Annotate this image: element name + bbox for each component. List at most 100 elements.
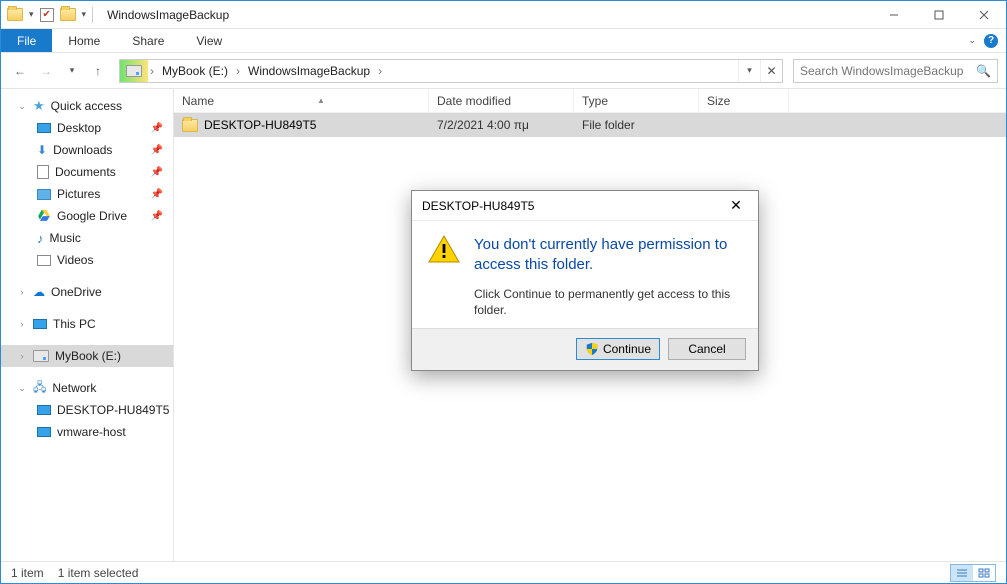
dialog-close-button[interactable]: ✕	[724, 194, 748, 218]
navigation-bar: ← → ▾ ↑ › MyBook (E:) › WindowsImageBack…	[1, 53, 1006, 89]
tree-downloads[interactable]: ⬇ Downloads 📌	[1, 139, 173, 161]
item-date: 7/2/2021 4:00 πμ	[429, 118, 574, 132]
tree-label: Music	[50, 231, 81, 245]
column-headers: Name ▲ Date modified Type Size	[174, 89, 1006, 113]
dialog-main-text: You don't currently have permission to a…	[474, 235, 742, 276]
network-icon: 🖧	[33, 378, 46, 399]
cancel-button[interactable]: Cancel	[668, 338, 746, 360]
warning-icon	[428, 235, 460, 263]
pictures-icon	[37, 189, 51, 200]
tree-videos[interactable]: Videos	[1, 249, 173, 271]
continue-button[interactable]: Continue	[576, 338, 660, 360]
address-drive-icon[interactable]	[120, 60, 148, 82]
tree-drive-mybook[interactable]: › MyBook (E:)	[1, 345, 173, 367]
title-separator	[92, 7, 93, 23]
this-pc-icon	[33, 319, 47, 329]
tab-file[interactable]: File	[1, 29, 52, 52]
item-type: File folder	[574, 118, 699, 132]
qat-properties-icon[interactable]: ✔	[40, 8, 54, 22]
app-folder-icon	[7, 8, 23, 21]
tab-home[interactable]: Home	[52, 29, 116, 52]
dialog-button-row: Continue Cancel	[412, 328, 758, 370]
music-icon: ♪	[37, 231, 44, 246]
computer-icon	[37, 405, 51, 415]
tree-network-item[interactable]: vmware-host	[1, 421, 173, 443]
tree-network-item[interactable]: DESKTOP-HU849T5	[1, 399, 173, 421]
column-size[interactable]: Size	[699, 89, 789, 112]
view-switcher	[950, 564, 996, 582]
search-box[interactable]: 🔍	[793, 59, 998, 83]
pin-icon: 📌	[151, 189, 163, 200]
tab-share[interactable]: Share	[116, 29, 180, 52]
breadcrumb[interactable]: WindowsImageBackup	[242, 60, 376, 82]
minimize-button[interactable]	[871, 1, 916, 29]
address-bar[interactable]: › MyBook (E:) › WindowsImageBackup › ▾ ✕	[119, 59, 783, 83]
item-name: DESKTOP-HU849T5	[204, 118, 316, 132]
back-button[interactable]: ←	[9, 60, 31, 82]
search-input[interactable]	[800, 64, 976, 78]
tree-pictures[interactable]: Pictures 📌	[1, 183, 173, 205]
tree-network[interactable]: ⌄🖧 Network	[1, 377, 173, 399]
column-label: Name	[182, 94, 214, 108]
dialog-title: DESKTOP-HU849T5	[422, 199, 534, 213]
list-item[interactable]: DESKTOP-HU849T5 7/2/2021 4:00 πμ File fo…	[174, 113, 1006, 137]
explorer-window: ▾ ✔ ▾ WindowsImageBackup File Home Share…	[0, 0, 1007, 584]
up-button[interactable]: ↑	[87, 60, 109, 82]
tree-label: Desktop	[57, 121, 101, 135]
permission-dialog: DESKTOP-HU849T5 ✕ You don't currently ha…	[411, 190, 759, 371]
column-name[interactable]: Name ▲	[174, 89, 429, 112]
chevron-right-icon[interactable]: ›	[376, 64, 384, 78]
ribbon-expand-icon[interactable]: ⌄	[968, 35, 976, 46]
tree-label: vmware-host	[57, 425, 126, 439]
close-button[interactable]	[961, 1, 1006, 29]
pin-icon: 📌	[151, 145, 163, 156]
tree-documents[interactable]: Documents 📌	[1, 161, 173, 183]
tree-this-pc[interactable]: › This PC	[1, 313, 173, 335]
status-count: 1 item	[11, 566, 44, 580]
tree-google-drive[interactable]: Google Drive 📌	[1, 205, 173, 227]
tree-label: DESKTOP-HU849T5	[57, 403, 169, 417]
chevron-right-icon[interactable]: ›	[234, 64, 242, 78]
dialog-sub-text: Click Continue to permanently get access…	[474, 286, 742, 318]
status-selection: 1 item selected	[58, 566, 139, 580]
qat-dropdown-icon[interactable]: ▾	[29, 9, 34, 20]
status-bar: 1 item 1 item selected	[1, 561, 1006, 583]
pin-icon: 📌	[151, 123, 163, 134]
forward-button[interactable]: →	[35, 60, 57, 82]
tree-label: Quick access	[51, 99, 122, 113]
tree-label: Videos	[57, 253, 93, 267]
tree-label: Documents	[55, 165, 116, 179]
tree-desktop[interactable]: Desktop 📌	[1, 117, 173, 139]
tree-label: MyBook (E:)	[55, 349, 121, 363]
refresh-button[interactable]: ✕	[760, 60, 782, 82]
window-title: WindowsImageBackup	[107, 8, 229, 22]
folder-icon	[182, 119, 198, 132]
window-controls	[871, 1, 1006, 29]
tree-label: Network	[52, 381, 96, 395]
recent-locations-icon[interactable]: ▾	[61, 60, 83, 82]
column-type[interactable]: Type	[574, 89, 699, 112]
search-icon: 🔍	[976, 64, 991, 78]
view-thumbnails-button[interactable]	[973, 565, 995, 581]
breadcrumb[interactable]: MyBook (E:)	[156, 60, 234, 82]
cancel-label: Cancel	[688, 342, 725, 356]
sort-asc-icon: ▲	[317, 96, 325, 105]
column-date[interactable]: Date modified	[429, 89, 574, 112]
tree-label: Pictures	[57, 187, 100, 201]
maximize-button[interactable]	[916, 1, 961, 29]
tree-music[interactable]: ♪ Music	[1, 227, 173, 249]
tab-view[interactable]: View	[180, 29, 238, 52]
ribbon: File Home Share View ⌄ ?	[1, 29, 1006, 53]
pin-icon: 📌	[151, 167, 163, 178]
qat-customize-icon[interactable]: ▾	[82, 9, 87, 20]
chevron-right-icon[interactable]: ›	[148, 64, 156, 78]
dialog-titlebar: DESKTOP-HU849T5 ✕	[412, 191, 758, 221]
navigation-pane: ⌄★ Quick access Desktop 📌 ⬇ Downloads 📌 …	[1, 89, 174, 561]
tree-quick-access[interactable]: ⌄★ Quick access	[1, 95, 173, 117]
desktop-icon	[37, 123, 51, 133]
address-history-icon[interactable]: ▾	[738, 60, 760, 82]
view-details-button[interactable]	[951, 565, 973, 581]
help-icon[interactable]: ?	[984, 34, 998, 48]
tree-onedrive[interactable]: ›☁ OneDrive	[1, 281, 173, 303]
qat-newfolder-icon[interactable]	[60, 8, 76, 21]
